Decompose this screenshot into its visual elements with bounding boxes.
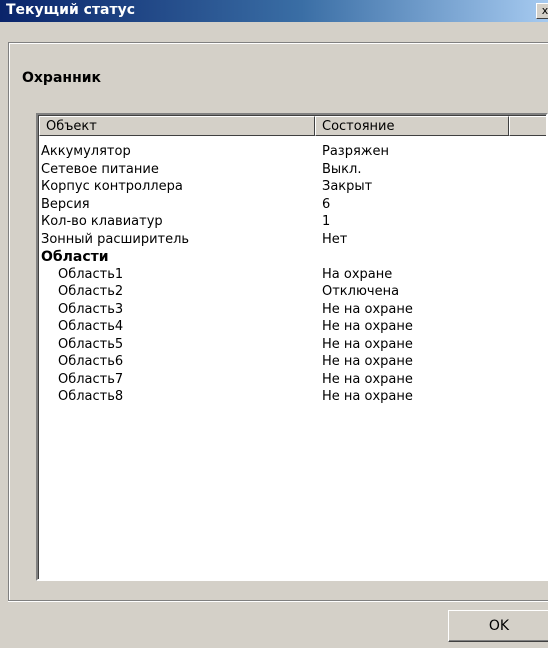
- state-cell: Не на охране: [322, 301, 413, 317]
- list-item[interactable]: Корпус контроллера Закрыт: [38, 179, 546, 197]
- object-cell: Версия: [41, 196, 90, 212]
- object-cell: Область2: [58, 284, 124, 299]
- list-item[interactable]: Кол-во клавиатур 1: [38, 214, 546, 232]
- list-item[interactable]: Область4 Не на охране: [38, 319, 546, 337]
- object-cell: Кол-во клавиатур: [41, 214, 163, 229]
- state-cell: Выкл.: [322, 161, 362, 177]
- list-header: Объект Состояние: [39, 116, 546, 136]
- section-header[interactable]: Области: [38, 249, 546, 267]
- list-item[interactable]: Область1 На охране: [38, 267, 546, 285]
- title-bar[interactable]: Текущий статус x: [0, 0, 548, 22]
- object-cell: Область1: [58, 266, 124, 282]
- section-title: Области: [41, 249, 109, 265]
- list-item[interactable]: Версия 6: [38, 197, 546, 215]
- state-cell: Не на охране: [322, 336, 413, 352]
- list-item[interactable]: Зонный расширитель Нет: [38, 232, 546, 250]
- close-icon[interactable]: x: [536, 3, 548, 19]
- object-cell: Область3: [58, 301, 124, 317]
- group-title: Охранник: [22, 70, 102, 86]
- object-cell: Область4: [58, 319, 124, 334]
- object-cell: Корпус контроллера: [41, 179, 183, 194]
- list-item[interactable]: Область2 Отключена: [38, 284, 546, 302]
- state-cell: На охране: [322, 266, 393, 282]
- panel-separator: [8, 600, 548, 602]
- state-cell: Не на охране: [322, 354, 413, 369]
- state-cell: 6: [322, 196, 331, 212]
- column-header-state[interactable]: Состояние: [315, 116, 509, 136]
- state-cell: Нет: [322, 231, 348, 247]
- list-item[interactable]: Область3 Не на охране: [38, 302, 546, 320]
- list-item[interactable]: Область7 Не на охране: [38, 372, 546, 390]
- object-cell: Зонный расширитель: [41, 231, 190, 247]
- state-cell: Не на охране: [322, 389, 413, 404]
- object-cell: Аккумулятор: [41, 144, 131, 159]
- ok-button[interactable]: OK: [448, 610, 548, 642]
- list-item[interactable]: Область8 Не на охране: [38, 389, 546, 407]
- state-cell: Закрыт: [322, 179, 373, 194]
- list-item[interactable]: Сетевое питание Выкл.: [38, 162, 546, 180]
- status-list-view[interactable]: Объект Состояние Аккумулятор Разряжен Сет…: [36, 113, 548, 581]
- object-cell: Область7: [58, 371, 124, 387]
- object-cell: Область5: [58, 336, 124, 352]
- state-cell: Разряжен: [322, 144, 389, 159]
- list-rows: Аккумулятор Разряжен Сетевое питание Выкл.…: [38, 144, 546, 407]
- object-cell: Область8: [58, 389, 124, 404]
- state-cell: Отключена: [322, 284, 400, 299]
- column-header-empty[interactable]: [509, 116, 546, 136]
- window-title: Текущий статус: [6, 2, 136, 18]
- list-item[interactable]: Область5 Не на охране: [38, 337, 546, 355]
- object-cell: Область6: [58, 354, 124, 369]
- object-cell: Сетевое питание: [41, 161, 159, 177]
- state-cell: 1: [322, 214, 331, 229]
- column-header-object[interactable]: Объект: [39, 116, 315, 136]
- list-item[interactable]: Аккумулятор Разряжен: [38, 144, 546, 162]
- list-item[interactable]: Область6 Не на охране: [38, 354, 546, 372]
- state-cell: Не на охране: [322, 319, 413, 334]
- state-cell: Не на охране: [322, 371, 413, 387]
